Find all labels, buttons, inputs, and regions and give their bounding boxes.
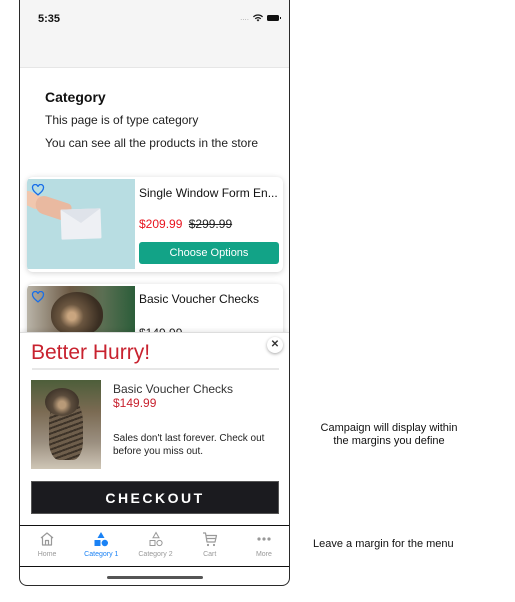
tab-more[interactable]: More bbox=[237, 526, 289, 566]
campaign-product-image bbox=[31, 380, 101, 469]
tab-home[interactable]: Home bbox=[20, 526, 74, 566]
tab-category-2[interactable]: Category 2 bbox=[128, 526, 182, 566]
campaign-message: Sales don't last forever. Check out befo… bbox=[113, 433, 265, 457]
home-indicator[interactable] bbox=[107, 576, 203, 579]
page-title: Category bbox=[45, 89, 106, 105]
campaign-title: Better Hurry! bbox=[31, 341, 151, 364]
sale-price: $209.99 bbox=[139, 217, 183, 231]
choose-options-button[interactable]: Choose Options bbox=[139, 242, 279, 264]
product-title[interactable]: Single Window Form En... bbox=[139, 186, 278, 200]
checkout-button[interactable]: CHECKOUT bbox=[31, 481, 279, 514]
product-image[interactable] bbox=[27, 179, 135, 269]
tab-bar: Home Category 1 Category 2 Cart More bbox=[20, 525, 289, 567]
price-row: $209.99 $299.99 bbox=[139, 217, 232, 231]
original-price: $299.99 bbox=[188, 217, 233, 231]
tab-label: Cart bbox=[203, 551, 217, 558]
campaign-product-price: $149.99 bbox=[113, 396, 157, 410]
page-description: This page is of type category bbox=[45, 113, 199, 127]
cart-icon bbox=[202, 532, 217, 547]
tab-label: Home bbox=[37, 551, 57, 558]
status-bar: 5:35 .... bbox=[20, 0, 289, 68]
campaign-product-name: Basic Voucher Checks bbox=[113, 382, 234, 396]
wifi-icon bbox=[253, 14, 263, 22]
phone-frame: 5:35 .... Category This page is of type … bbox=[19, 0, 290, 586]
heart-icon[interactable] bbox=[31, 184, 45, 196]
campaign-popup: Better Hurry! ✕ Basic Voucher Checks $14… bbox=[20, 332, 289, 525]
product-card[interactable]: Single Window Form En... $209.99 $299.99… bbox=[27, 177, 283, 272]
divider bbox=[32, 368, 279, 370]
battery-icon bbox=[267, 15, 281, 21]
tab-category-1[interactable]: Category 1 bbox=[74, 526, 128, 566]
tab-label: More bbox=[255, 551, 272, 558]
home-icon bbox=[40, 532, 54, 546]
shapes-filled-icon bbox=[94, 532, 109, 547]
tab-label: Category 2 bbox=[138, 551, 173, 558]
status-icons: .... bbox=[240, 13, 281, 22]
heart-icon[interactable] bbox=[31, 291, 45, 303]
signal-icon: .... bbox=[240, 13, 249, 22]
menu-margin-note: Leave a margin for the menu bbox=[313, 538, 454, 550]
product-title[interactable]: Basic Voucher Checks bbox=[139, 292, 259, 306]
page-subdescription: You can see all the products in the stor… bbox=[45, 136, 259, 150]
more-icon bbox=[257, 537, 271, 541]
tab-cart[interactable]: Cart bbox=[183, 526, 237, 566]
shapes-outline-icon bbox=[149, 531, 163, 547]
status-time: 5:35 bbox=[38, 13, 61, 25]
close-icon[interactable]: ✕ bbox=[267, 337, 283, 353]
tab-label: Category 1 bbox=[84, 551, 119, 558]
campaign-margin-note: Campaign will display within the margins… bbox=[320, 422, 458, 447]
